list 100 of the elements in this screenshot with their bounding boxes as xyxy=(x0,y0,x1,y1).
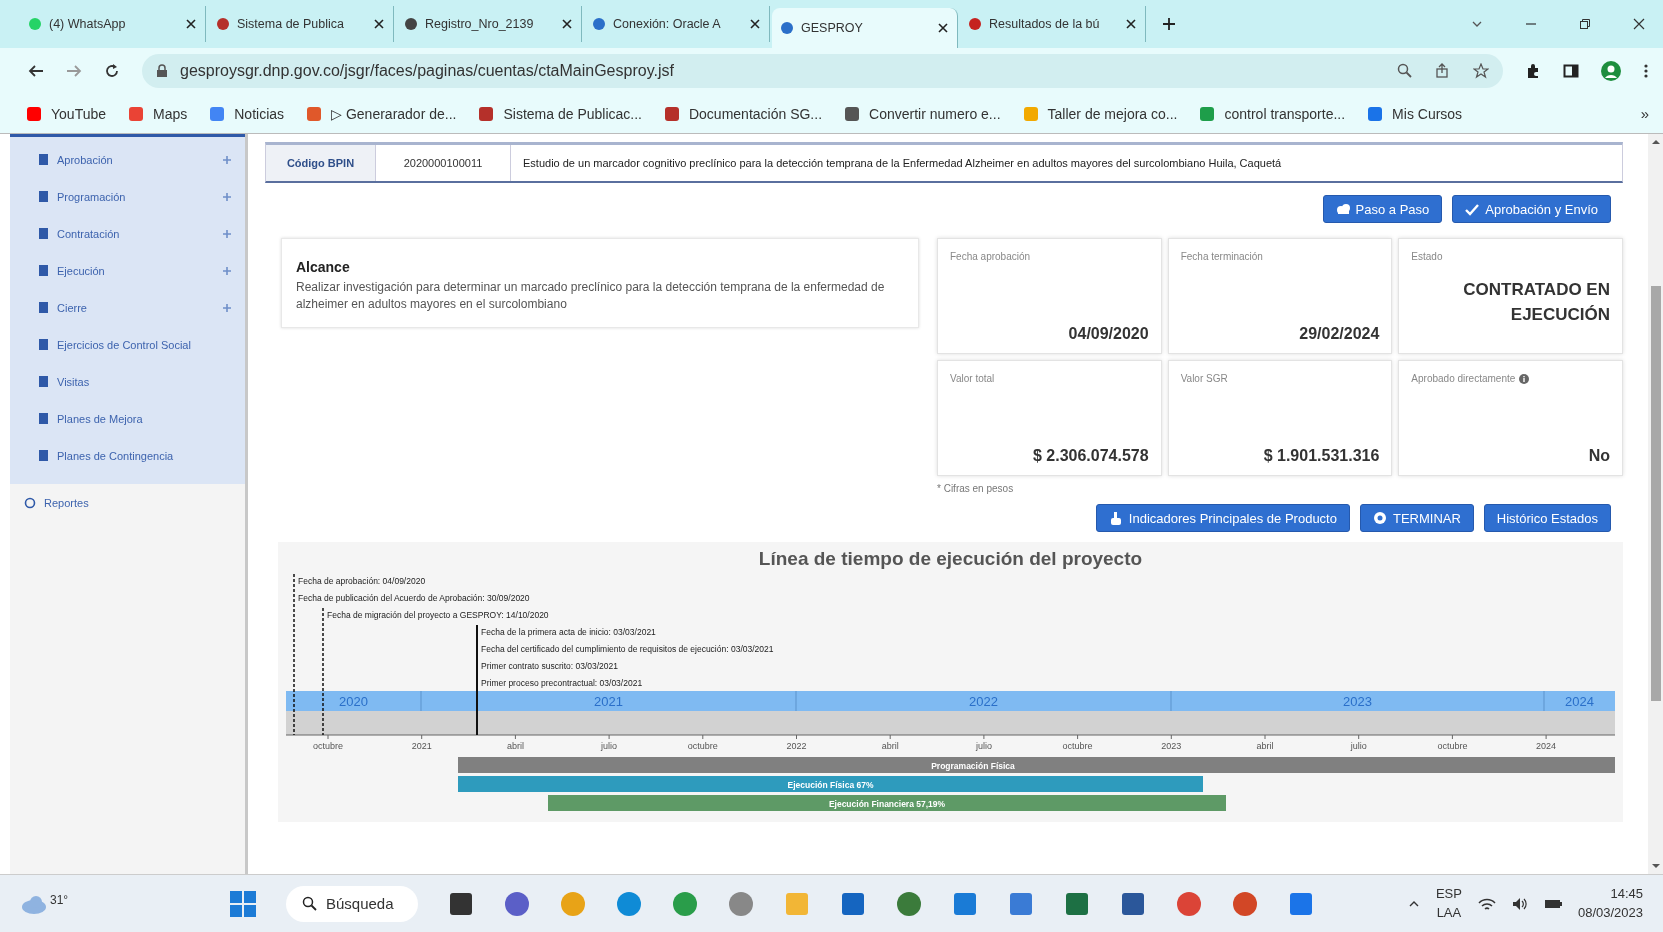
star-icon[interactable] xyxy=(1473,63,1489,79)
speaker-icon[interactable] xyxy=(1511,896,1528,911)
card-label: Aprobado directamente xyxy=(1411,373,1516,384)
table-cell-text: Estudio de un marcador cognitivo preclínico para la detección temprana de la Enfermedad Alzheimer en adultos mayores del surcolombiano Huila, Caquetá xyxy=(522,156,1283,171)
bookmark-link[interactable]: control transporte... xyxy=(1199,105,1346,122)
axis-label: 2021 xyxy=(411,741,432,751)
browser-tab[interactable]: Registro_Nro_2139 xyxy=(396,6,582,42)
card-label: Estado xyxy=(1411,251,1443,262)
axis-label: julio xyxy=(1350,741,1367,751)
axis-label: octubre xyxy=(1437,741,1468,751)
sidebar-item[interactable]: Cierre xyxy=(24,289,245,326)
check-icon xyxy=(1465,202,1480,216)
year-label: 2023 xyxy=(1343,694,1372,709)
browser-tab[interactable]: Sistema de Publica xyxy=(208,6,394,42)
scrollbar[interactable] xyxy=(1648,134,1663,874)
search-field[interactable]: Búsqueda xyxy=(286,885,418,922)
scroll-down-icon[interactable] xyxy=(1650,862,1661,870)
zoom-icon[interactable] xyxy=(1397,63,1413,79)
milestone-label: Fecha de publicación del Acuerdo de Aprobación: 30/09/2020 xyxy=(298,593,530,603)
browser-tab[interactable]: Resultados de la bú xyxy=(960,6,1146,42)
card-label: Valor total xyxy=(950,373,995,384)
address-field[interactable]: gesproysgr.dnp.gov.co/jsgr/faces/paginas/cuentas/ctaMainGesproy.jsf xyxy=(142,54,1503,88)
tab-title: Registro_Nro_2139 xyxy=(425,17,535,31)
hand-pointer-icon xyxy=(1108,511,1123,525)
card-label: Fecha terminación xyxy=(1180,251,1263,262)
card-title: Alcance xyxy=(296,259,351,275)
browser-tab[interactable]: Conexión: Oracle A xyxy=(584,6,770,42)
bookmark-link[interactable]: Sistema de Publicac... xyxy=(478,105,642,122)
close-icon[interactable] xyxy=(1633,18,1645,30)
action-button[interactable]: Histórico Estados xyxy=(1483,504,1611,532)
milestone-label: Primer proceso precontractual: 03/03/2021 xyxy=(481,678,643,688)
lock-icon xyxy=(156,64,168,78)
clock-date[interactable]: 08/03/2023 xyxy=(1577,903,1643,922)
keyboard-layout-label[interactable]: LAA xyxy=(1436,903,1462,922)
sidebar-item[interactable]: Aprobación xyxy=(24,141,245,178)
year-label: 2022 xyxy=(969,694,998,709)
milestone-label: Fecha de la primera acta de inicio: 03/03/2021 xyxy=(481,627,656,637)
axis-label: 2023 xyxy=(1161,741,1182,751)
action-button[interactable]: Aprobación y Envío xyxy=(1452,195,1611,223)
windows-start-icon[interactable] xyxy=(230,890,256,917)
scroll-thumb[interactable] xyxy=(1650,286,1661,701)
reload-icon[interactable] xyxy=(104,63,120,79)
scroll-up-icon[interactable] xyxy=(1650,138,1661,146)
more-bookmarks-button[interactable]: » xyxy=(1640,105,1649,122)
close-icon[interactable] xyxy=(373,18,385,30)
year-label: 2021 xyxy=(594,694,623,709)
bookmark-link[interactable]: Mis Cursos xyxy=(1367,105,1463,122)
bookmark-link[interactable]: YouTube xyxy=(26,105,106,122)
back-arrow-icon[interactable] xyxy=(28,63,44,79)
table-cell: 2020000100011 xyxy=(376,145,511,181)
tab-title: Sistema de Publica xyxy=(237,17,345,31)
language-label[interactable]: ESP xyxy=(1435,885,1462,904)
browser-tab[interactable]: (4) WhatsApp xyxy=(20,6,206,42)
bookmark-link[interactable]: ▷ Generarador de... xyxy=(306,105,457,122)
tab-title: Conexión: Oracle A xyxy=(613,17,722,31)
sidebar-item[interactable]: Planes de Mejora xyxy=(24,400,245,437)
card-value: 04/09/2020 xyxy=(1067,325,1149,343)
sidebar-item[interactable]: Ejercicios de Control Social xyxy=(24,326,245,363)
sidebar-item[interactable]: Contratación xyxy=(24,215,245,252)
tab-title: GESPROY xyxy=(801,21,864,35)
forward-arrow-icon[interactable] xyxy=(66,63,82,79)
close-icon[interactable] xyxy=(749,18,761,30)
sidebar-item[interactable]: Reportes xyxy=(10,484,245,521)
new-tab-icon[interactable] xyxy=(1162,17,1176,31)
action-button[interactable]: Indicadores Principales de Producto xyxy=(1095,504,1350,532)
action-button[interactable]: TERMINAR xyxy=(1359,504,1474,532)
clock-time[interactable]: 14:45 xyxy=(1610,885,1643,904)
card-text: Realizar investigación para determinar un marcado preclínico para la detección temprana de la enfermedad de alzheimer en adultos mayores en el surcolombiano xyxy=(296,279,886,313)
close-icon[interactable] xyxy=(937,22,949,34)
sidebar-item[interactable]: Visitas xyxy=(24,363,245,400)
bookmark-link[interactable]: Maps xyxy=(128,105,188,122)
year-label: 2024 xyxy=(1565,694,1594,709)
close-icon[interactable] xyxy=(185,18,197,30)
puzzle-icon[interactable] xyxy=(1525,63,1541,79)
bookmark-link[interactable]: Noticias xyxy=(209,105,285,122)
bookmark-link[interactable]: Taller de mejora co... xyxy=(1022,105,1178,122)
milestone-label: Fecha de migración del proyecto a GESPROY: 14/10/2020 xyxy=(327,610,549,620)
browser-tab[interactable]: GESPROY xyxy=(772,8,958,48)
milestone-label: Fecha del certificado del cumplimiento de requisitos de ejecución: 03/03/2021 xyxy=(481,644,774,654)
axis-label: abril xyxy=(506,741,524,751)
share-icon[interactable] xyxy=(1435,63,1451,79)
avatar-icon[interactable] xyxy=(1601,61,1621,81)
bookmark-link[interactable]: Documentación SG... xyxy=(663,105,823,122)
sidebar-item[interactable]: Planes de Contingencia xyxy=(24,437,245,474)
action-button[interactable]: Paso a Paso xyxy=(1322,195,1443,223)
close-icon[interactable] xyxy=(1125,18,1137,30)
milestone-label: Primer contrato suscrito: 03/03/2021 xyxy=(481,661,618,671)
bookmark-link[interactable]: Convertir numero e... xyxy=(844,105,1001,122)
kebab-menu-icon[interactable] xyxy=(1643,63,1649,79)
side-panel-icon[interactable] xyxy=(1563,63,1579,79)
restore-icon[interactable] xyxy=(1579,18,1591,30)
card-label: Valor SGR xyxy=(1180,373,1228,384)
bar-label: Programación Física xyxy=(931,760,1015,771)
bar-label: Ejecución Física 67% xyxy=(787,779,874,790)
card-value: CONTRATADO EN EJECUCIÓN xyxy=(1462,279,1610,326)
close-icon[interactable] xyxy=(561,18,573,30)
wifi-icon[interactable] xyxy=(1477,896,1496,911)
card-value: 29/02/2024 xyxy=(1298,325,1380,343)
sidebar-item[interactable]: Programación xyxy=(24,178,245,215)
sidebar-item[interactable]: Ejecución xyxy=(24,252,245,289)
